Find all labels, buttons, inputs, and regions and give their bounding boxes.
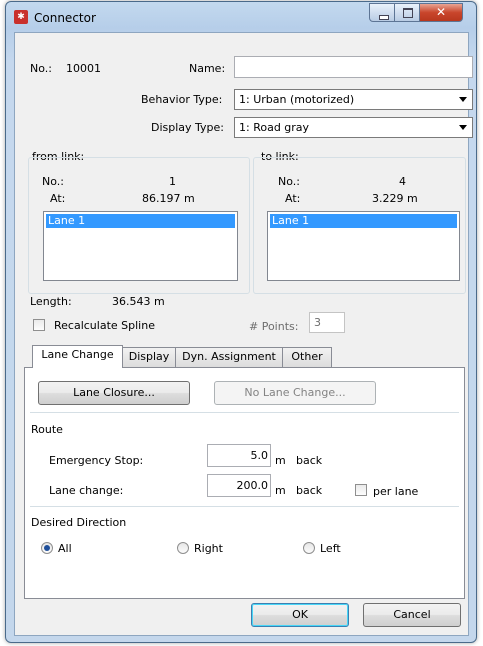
tab-other-label: Other [291, 350, 323, 363]
no-label: No.: [30, 62, 52, 75]
points-label: # Points: [249, 320, 299, 333]
to-link-group: No.: 4 At: 3.229 m Lane 1 [253, 157, 466, 294]
direction-all-label[interactable]: All [58, 542, 72, 555]
behavior-type-select[interactable]: 1: Urban (motorized) [234, 89, 473, 110]
tab-dyn-assignment[interactable]: Dyn. Assignment [175, 347, 283, 367]
from-lane-item[interactable]: Lane 1 [46, 214, 235, 228]
direction-left-radio[interactable] [303, 542, 315, 554]
display-type-value: 1: Road gray [239, 121, 310, 134]
tab-dyn-assignment-label: Dyn. Assignment [182, 350, 276, 363]
cancel-button[interactable]: Cancel [363, 603, 461, 627]
tab-display-label: Display [128, 350, 170, 363]
display-type-select[interactable]: 1: Road gray [234, 117, 473, 138]
recalculate-spline-checkbox[interactable] [33, 319, 45, 331]
lane-change-panel: Lane Closure... No Lane Change... Route … [24, 367, 465, 599]
per-lane-label[interactable]: per lane [373, 485, 418, 498]
chevron-down-icon [459, 97, 467, 102]
direction-all-radio[interactable] [41, 542, 53, 554]
no-lane-change-label: No Lane Change... [244, 386, 346, 399]
to-lane-item[interactable]: Lane 1 [270, 214, 457, 228]
points-field[interactable]: 3 [309, 312, 345, 333]
emergency-stop-label: Emergency Stop: [49, 454, 144, 467]
tab-lane-change[interactable]: Lane Change [32, 345, 123, 368]
direction-right-label[interactable]: Right [194, 542, 223, 555]
connector-window: ✱ Connector ✕ No.: 10001 Name: Behavior … [5, 1, 477, 643]
app-logo-icon: ✱ [14, 10, 28, 24]
behavior-type-label: Behavior Type: [141, 93, 223, 106]
maximize-button[interactable] [394, 3, 420, 22]
minimize-icon [379, 15, 389, 20]
direction-left-label[interactable]: Left [320, 542, 341, 555]
maximize-icon [403, 8, 413, 18]
length-label: Length: [30, 295, 72, 308]
to-link-at-value: 3.229 m [372, 192, 418, 205]
close-icon: ✕ [435, 5, 447, 19]
from-link-no-value: 1 [169, 175, 176, 188]
close-button[interactable]: ✕ [419, 3, 463, 22]
to-link-at-label: At: [285, 192, 301, 205]
to-link-no-label: No.: [278, 175, 300, 188]
from-link-at-value: 86.197 m [142, 192, 195, 205]
chevron-down-icon [459, 125, 467, 130]
ok-label: OK [292, 608, 308, 621]
to-link-no-value: 4 [399, 175, 406, 188]
tab-lane-change-label: Lane Change [41, 348, 114, 361]
lane-closure-button[interactable]: Lane Closure... [38, 381, 190, 405]
from-link-no-label: No.: [42, 175, 64, 188]
no-lane-change-button[interactable]: No Lane Change... [214, 381, 376, 405]
title-bar[interactable]: ✱ Connector ✕ [6, 2, 478, 32]
emergency-stop-back: back [296, 454, 323, 467]
minimize-button[interactable] [369, 3, 395, 22]
route-title: Route [31, 423, 63, 436]
length-value: 36.543 m [112, 295, 165, 308]
lane-closure-label: Lane Closure... [73, 386, 155, 399]
tab-display[interactable]: Display [122, 347, 176, 367]
from-link-at-label: At: [50, 192, 66, 205]
recalculate-spline-label[interactable]: Recalculate Spline [54, 319, 155, 332]
no-value: 10001 [66, 62, 101, 75]
points-value: 3 [314, 316, 321, 329]
lane-change-back: back [296, 484, 323, 497]
lane-change-value: 200.0 [236, 479, 269, 492]
emergency-stop-unit: m [275, 454, 286, 467]
lane-change-field[interactable]: 200.0 [207, 474, 271, 497]
behavior-type-value: 1: Urban (motorized) [239, 93, 355, 106]
from-lane-list[interactable]: Lane 1 [43, 211, 238, 281]
per-lane-checkbox[interactable] [355, 484, 367, 496]
direction-right-radio[interactable] [177, 542, 189, 554]
to-lane-list[interactable]: Lane 1 [267, 211, 460, 281]
window-title: Connector [34, 11, 96, 25]
separator [30, 412, 459, 413]
ok-button[interactable]: OK [251, 603, 349, 627]
display-type-label: Display Type: [151, 121, 225, 134]
name-field[interactable] [234, 56, 473, 78]
separator [30, 506, 459, 507]
cancel-label: Cancel [393, 608, 431, 621]
tab-other[interactable]: Other [282, 347, 332, 367]
lane-change-unit: m [275, 484, 286, 497]
emergency-stop-field[interactable]: 5.0 [207, 444, 271, 467]
from-link-group: No.: 1 At: 86.197 m Lane 1 [28, 157, 250, 294]
lane-change-label: Lane change: [49, 484, 124, 497]
emergency-stop-value: 5.0 [250, 449, 269, 462]
name-label: Name: [189, 62, 226, 75]
desired-direction-title: Desired Direction [31, 516, 127, 529]
